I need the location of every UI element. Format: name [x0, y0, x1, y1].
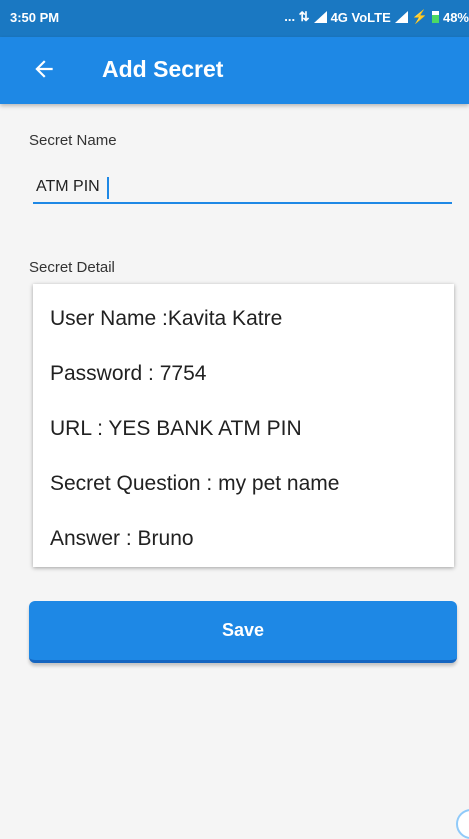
detail-line-secret-question: Secret Question : my pet name [50, 472, 340, 495]
activity-indicator: ... ⇅ [284, 9, 310, 24]
signal-icon [313, 11, 327, 23]
arrow-left-icon[interactable] [31, 56, 57, 82]
detail-line-password: Password : 7754 [50, 362, 207, 385]
floating-indicator [456, 809, 469, 839]
text-cursor [107, 177, 109, 199]
secret-detail-textarea[interactable]: User Name :Kavita Katre Password : 7754 … [33, 284, 454, 567]
status-indicators: ... ⇅ 4G VoLTE ⚡ 48% [284, 9, 469, 25]
status-bar: 3:50 PM ... ⇅ 4G VoLTE ⚡ 48% [0, 0, 469, 37]
status-time: 3:50 PM [10, 10, 60, 25]
battery-level: 48% [442, 9, 469, 25]
network-label: 4G VoLTE [330, 9, 391, 25]
detail-line-username: User Name :Kavita Katre [50, 307, 283, 330]
page-title: Add Secret [102, 56, 224, 82]
charging-icon: ⚡ [411, 9, 428, 24]
secret-detail-label: Secret Detail [29, 259, 115, 276]
signal-strength-icon [394, 11, 408, 23]
secret-name-label: Secret Name [29, 132, 117, 149]
app-bar: Add Secret [0, 37, 469, 104]
save-button[interactable]: Save [29, 601, 457, 663]
detail-line-answer: Answer : Bruno [50, 527, 194, 550]
secret-name-input[interactable] [33, 172, 452, 204]
detail-line-url: URL : YES BANK ATM PIN [50, 417, 302, 440]
battery-icon [431, 11, 439, 23]
